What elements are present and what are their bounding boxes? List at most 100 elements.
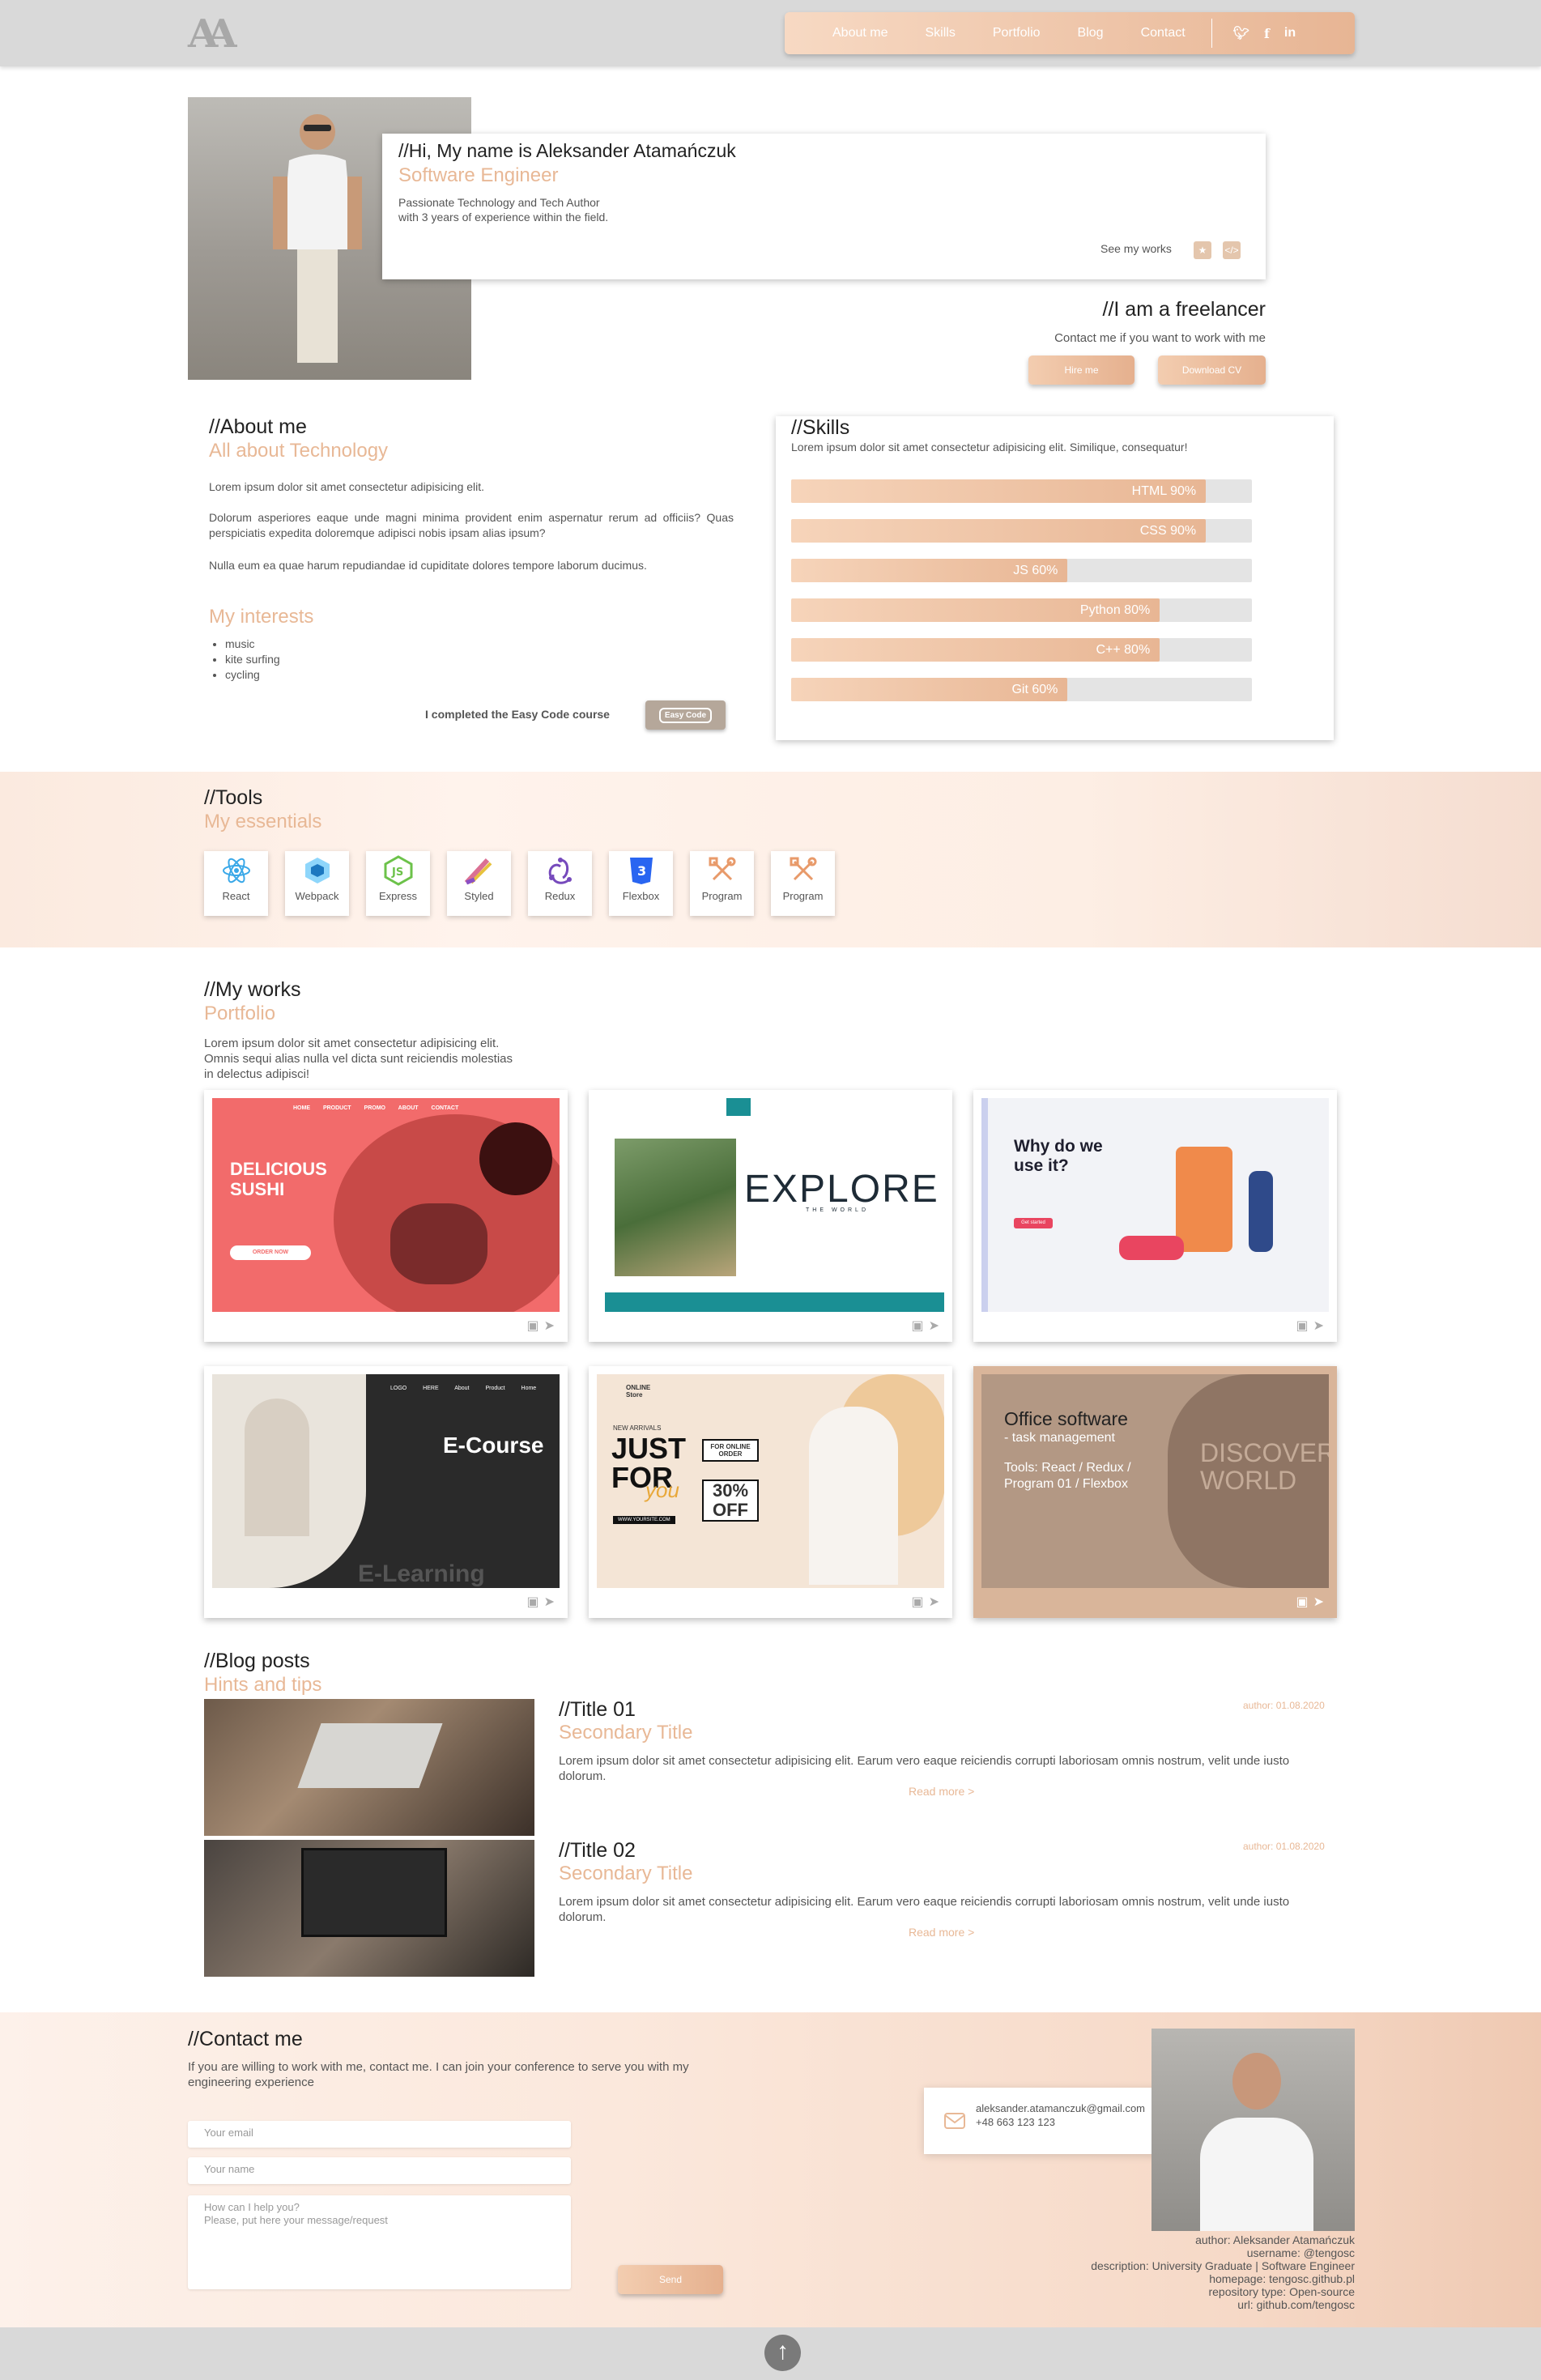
- tool-webpack[interactable]: Webpack: [285, 851, 349, 916]
- work-screenshot: DISCOVER WORLD Office software - task ma…: [981, 1374, 1329, 1588]
- person-head: [1232, 2053, 1281, 2110]
- work-actions: ▣➤: [526, 1318, 560, 1334]
- office-title: Office software: [1004, 1408, 1128, 1429]
- blog-image-2[interactable]: [204, 1840, 534, 1977]
- github-icon[interactable]: ▣: [1296, 1319, 1313, 1333]
- detail-username: username: @tengosc: [1246, 2246, 1355, 2259]
- why-title: Why do we use it?: [1014, 1137, 1103, 1175]
- nav-contact[interactable]: Contact: [1141, 26, 1186, 40]
- message-textarea[interactable]: How can I help you? Please, put here you…: [188, 2195, 571, 2289]
- blog-subtitle: Hints and tips: [204, 1674, 322, 1696]
- tools-icon: [709, 857, 735, 881]
- hero-role: Software Engineer: [398, 164, 559, 186]
- github-icon[interactable]: ▣: [526, 1319, 543, 1333]
- scroll-top-icon[interactable]: ↑: [764, 2335, 801, 2371]
- cursor-icon[interactable]: ➤: [544, 1319, 560, 1333]
- cursor-icon[interactable]: ➤: [1313, 1595, 1329, 1609]
- site-logo[interactable]: AA: [188, 13, 236, 55]
- work-card-fashion[interactable]: ONLINE Store NEW ARRIVALS JUST FOR you F…: [589, 1366, 952, 1618]
- contact-photo: [1151, 2029, 1355, 2231]
- hire-me-button[interactable]: Hire me: [1028, 356, 1134, 385]
- name-field[interactable]: Your name: [188, 2157, 571, 2184]
- intro-card: //Hi, My name is Aleksander Atamańczuk S…: [382, 134, 1266, 279]
- nav-skills[interactable]: Skills: [925, 26, 955, 40]
- github-icon[interactable]: ▣: [1296, 1595, 1313, 1609]
- linkedin-icon[interactable]: in: [1284, 26, 1296, 40]
- github-icon[interactable]: ▣: [526, 1595, 543, 1609]
- sushi-rolls: [390, 1203, 487, 1284]
- detail-repo-type: repository type: Open-source: [1208, 2285, 1355, 2298]
- office-tools: Tools: React / Redux / Program 01 / Flex…: [1004, 1461, 1131, 1491]
- person-illustration: [273, 114, 362, 363]
- freelancer-text: Contact me if you want to work with me: [1054, 331, 1266, 345]
- post-author: author: 01.08.2020: [1243, 1700, 1325, 1711]
- mail-icon: [944, 2113, 965, 2129]
- tools-icon: [790, 857, 816, 881]
- twitter-icon[interactable]: 🐦︎: [1233, 25, 1249, 41]
- nav-portfolio[interactable]: Portfolio: [993, 26, 1041, 40]
- work-card-why[interactable]: Why do we use it? Get started ▣➤: [973, 1090, 1337, 1342]
- about-p1: Lorem ipsum dolor sit amet consectetur a…: [209, 480, 485, 493]
- ecourse-nav-item: Product: [485, 1386, 505, 1391]
- tool-styled[interactable]: Styled: [447, 851, 511, 916]
- github-icon[interactable]: ▣: [911, 1595, 928, 1609]
- video-call-screen: [301, 1848, 447, 1937]
- about-p2: Dolorum asperiores eaque unde magni mini…: [209, 511, 734, 539]
- see-works-label[interactable]: See my works: [1100, 241, 1172, 257]
- sushi-nav-item: PRODUCT: [322, 1105, 351, 1111]
- cursor-icon[interactable]: ➤: [929, 1319, 944, 1333]
- cursor-icon[interactable]: ➤: [1313, 1319, 1329, 1333]
- office-subtitle: - task management: [1004, 1431, 1115, 1445]
- work-card-explore[interactable]: EXPLORE THE WORLD ▣➤: [589, 1090, 952, 1342]
- post-text: Lorem ipsum dolor sit amet consectetur a…: [559, 1895, 1290, 1924]
- skill-fill: C++ 80%: [791, 638, 1160, 662]
- code-icon[interactable]: </>: [1223, 241, 1241, 259]
- nav-about[interactable]: About me: [832, 26, 888, 40]
- tool-program-1[interactable]: Program: [690, 851, 754, 916]
- main-nav: About me Skills Portfolio Blog Contact 🐦…: [785, 12, 1355, 54]
- work-card-ecourse[interactable]: LOGO HERE About Product Home E-Course E-…: [204, 1366, 568, 1618]
- css3-icon: 3: [629, 858, 653, 884]
- sushi-nav: HOME PRODUCT PROMO ABOUT CONTACT: [212, 1098, 560, 1121]
- skill-fill: Python 80%: [791, 598, 1160, 622]
- tools-subtitle: My essentials: [204, 811, 322, 832]
- ecourse-title: E-Course: [443, 1433, 544, 1458]
- webpack-icon: [304, 858, 330, 883]
- read-more-link[interactable]: Read more >: [909, 1784, 974, 1799]
- send-button[interactable]: Send: [618, 2265, 723, 2294]
- skill-fill: HTML 90%: [791, 479, 1207, 503]
- work-card-sushi[interactable]: HOME PRODUCT PROMO ABOUT CONTACT DELICIO…: [204, 1090, 568, 1342]
- facebook-icon[interactable]: f: [1264, 26, 1270, 41]
- tool-react[interactable]: React: [204, 851, 268, 916]
- tool-program-2[interactable]: Program: [771, 851, 835, 916]
- post-title: //Title 02: [559, 1839, 636, 1862]
- detail-description: description: University Graduate | Softw…: [1091, 2259, 1355, 2272]
- star-icon[interactable]: ★: [1194, 241, 1211, 259]
- github-icon[interactable]: ▣: [911, 1319, 928, 1333]
- cursor-icon[interactable]: ➤: [929, 1595, 944, 1609]
- works-subtitle: Portfolio: [204, 1003, 276, 1024]
- detail-homepage[interactable]: homepage: tengosc.github.pl: [972, 2272, 1355, 2285]
- tools-title: //Tools: [204, 786, 263, 809]
- tool-redux[interactable]: Redux: [528, 851, 592, 916]
- sauce-bowl: [479, 1122, 552, 1195]
- download-cv-button[interactable]: Download CV: [1158, 356, 1266, 385]
- nav-divider: [1211, 19, 1212, 48]
- easy-code-badge[interactable]: Easy Code: [645, 700, 726, 730]
- detail-url[interactable]: url: github.com/tengosc: [972, 2298, 1355, 2311]
- blog-image-1[interactable]: [204, 1699, 534, 1836]
- email-field[interactable]: Your email: [188, 2121, 571, 2148]
- read-more-link[interactable]: Read more >: [909, 1925, 974, 1940]
- tool-express[interactable]: JS Express: [366, 851, 430, 916]
- cursor-icon[interactable]: ➤: [544, 1595, 560, 1609]
- detail-author: author: Aleksander Atamańczuk: [1195, 2233, 1355, 2246]
- explore-subtitle: THE WORLD: [806, 1207, 869, 1213]
- work-card-office[interactable]: DISCOVER WORLD Office software - task ma…: [973, 1366, 1337, 1618]
- explore-photos: [615, 1139, 736, 1276]
- nav-blog[interactable]: Blog: [1078, 26, 1104, 40]
- work-screenshot: EXPLORE THE WORLD: [597, 1098, 944, 1312]
- about-p3: Nulla eum ea quae harum repudiandae id c…: [209, 559, 647, 572]
- skill-fill: JS 60%: [791, 559, 1068, 582]
- tool-flexbox[interactable]: 3 Flexbox: [609, 851, 673, 916]
- skill-bar-python: Python 80%: [791, 598, 1252, 622]
